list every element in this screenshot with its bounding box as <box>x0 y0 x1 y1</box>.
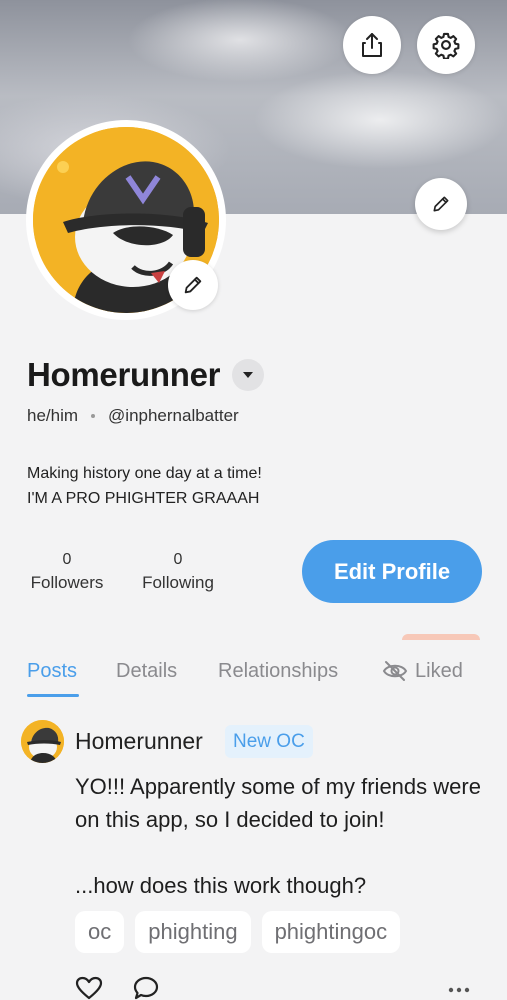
partially-hidden-element <box>402 634 480 640</box>
edit-profile-button[interactable]: Edit Profile <box>302 540 482 603</box>
avatar-illustration <box>21 720 64 763</box>
heart-icon <box>75 976 103 1000</box>
followers-stat[interactable]: 0 Followers <box>27 549 107 595</box>
bio-line: Making history one day at a time! <box>27 465 262 482</box>
tag-chip[interactable]: phightingoc <box>261 911 401 953</box>
post-body: YO!!! Apparently some of my friends were… <box>75 770 495 902</box>
edit-banner-button[interactable] <box>415 178 467 230</box>
tab-relationships[interactable]: Relationships <box>218 655 338 687</box>
name-row: Homerunner <box>27 356 265 394</box>
post-author-avatar[interactable] <box>21 720 64 763</box>
pronouns: he/him <box>27 406 79 425</box>
display-name: Homerunner <box>27 356 221 393</box>
post-tags: oc phighting phightingoc <box>75 911 401 953</box>
following-label: Following <box>142 573 214 592</box>
separator-dot <box>91 414 96 418</box>
tag-chip[interactable]: phighting <box>135 911 251 953</box>
tab-liked[interactable]: Liked <box>382 655 463 687</box>
pencil-icon <box>184 276 202 294</box>
share-icon <box>362 33 382 57</box>
tab-liked-label: Liked <box>415 660 463 682</box>
followers-label: Followers <box>30 573 104 592</box>
pencil-icon <box>433 196 449 212</box>
post-badge: New OC <box>225 725 313 758</box>
followers-count: 0 <box>62 551 72 568</box>
profile-tabs: Posts Details Relationships Liked <box>0 655 507 699</box>
tag-chip[interactable]: oc <box>75 911 125 953</box>
comment-icon <box>133 976 159 1000</box>
profile-meta: he/him @inphernalbatter <box>27 406 239 426</box>
bio: Making history one day at a time! I'M A … <box>27 461 262 511</box>
name-dropdown-button[interactable] <box>232 359 265 391</box>
tab-details[interactable]: Details <box>116 655 177 687</box>
eye-slash-icon <box>382 661 408 681</box>
following-stat[interactable]: 0 Following <box>137 549 219 595</box>
active-tab-indicator <box>27 694 79 697</box>
like-button[interactable] <box>75 976 103 1000</box>
caret-down-icon <box>243 372 254 378</box>
post-author-name[interactable]: Homerunner <box>75 728 203 755</box>
more-icon <box>448 987 470 993</box>
settings-button[interactable] <box>417 16 475 74</box>
handle: @inphernalbatter <box>108 406 239 425</box>
post-paragraph: ...how does this work though? <box>75 873 367 898</box>
edit-avatar-button[interactable] <box>168 260 218 310</box>
comment-button[interactable] <box>133 976 159 1000</box>
post-paragraph: YO!!! Apparently some of my friends were… <box>75 774 481 832</box>
following-count: 0 <box>173 551 183 568</box>
gear-icon <box>432 32 460 59</box>
tab-posts[interactable]: Posts <box>27 655 77 687</box>
bio-line: I'M A PRO PHIGHTER GRAAAH <box>27 490 260 507</box>
share-button[interactable] <box>343 16 401 74</box>
more-options-button[interactable] <box>448 980 470 998</box>
